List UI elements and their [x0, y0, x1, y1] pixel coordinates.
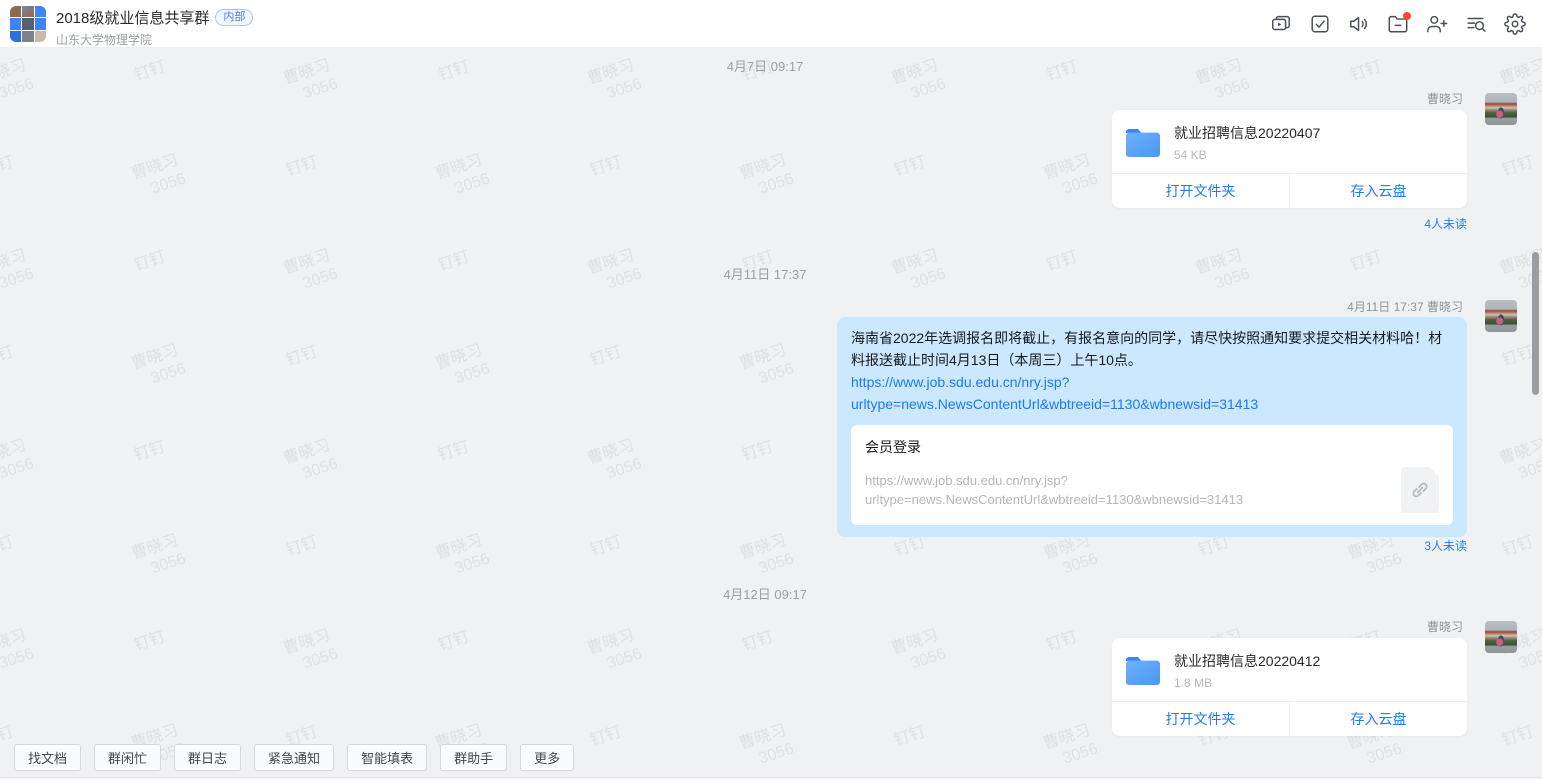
video-meeting-icon[interactable]	[1270, 13, 1292, 35]
unread-count[interactable]: 3人未读	[1424, 537, 1467, 554]
open-folder-button[interactable]: 打开文件夹	[1112, 702, 1289, 736]
search-history-icon[interactable]	[1465, 13, 1487, 35]
timestamp-divider: 4月11日 17:37	[0, 264, 1530, 283]
unread-count[interactable]: 4人未读	[1424, 215, 1467, 232]
file-name: 就业招聘信息20220412	[1174, 651, 1320, 671]
group-avatar-tile	[10, 31, 21, 42]
toolbar-button-more[interactable]: 更多	[520, 744, 574, 771]
group-avatar-tile	[22, 18, 33, 29]
message-link[interactable]: https://www.job.sdu.edu.cn/nry.jsp? urlt…	[851, 371, 1453, 415]
add-member-icon[interactable]	[1426, 13, 1448, 35]
message-list: 曹晓习3056钉钉曹晓习3056钉钉曹晓习3056钉钉曹晓习3056钉钉曹晓习3…	[0, 48, 1542, 780]
group-avatar-tile	[35, 31, 46, 42]
sender-name: 曹晓习	[1427, 90, 1463, 107]
file-name: 就业招聘信息20220407	[1174, 123, 1320, 143]
message-meta: 4月11日 17:37 曹晓习	[1347, 298, 1463, 315]
chat-header: 2018级就业信息共享群 内部 山东大学物理学院	[0, 0, 1542, 48]
toolbar-button-find-docs[interactable]: 找文档	[14, 744, 81, 771]
toolbar-button-group-log[interactable]: 群日志	[174, 744, 241, 771]
announcement-icon[interactable]	[1348, 13, 1370, 35]
group-subtitle: 山东大学物理学院	[56, 31, 253, 48]
avatar[interactable]	[1485, 93, 1517, 125]
group-avatar-tile	[35, 6, 46, 17]
file-size: 1.8 MB	[1174, 676, 1320, 690]
open-folder-button[interactable]: 打开文件夹	[1112, 174, 1289, 208]
notification-dot	[1403, 12, 1411, 20]
settings-icon[interactable]	[1504, 13, 1526, 35]
scrollbar-thumb[interactable]	[1532, 252, 1539, 395]
link-card-url: https://www.job.sdu.edu.cn/nry.jsp? urlt…	[865, 471, 1387, 509]
timestamp-divider: 4月12日 09:17	[0, 584, 1530, 603]
avatar[interactable]	[1485, 300, 1517, 332]
group-plugin-toolbar: 找文档 群闲忙 群日志 紧急通知 智能填表 群助手 更多	[14, 744, 574, 771]
avatar[interactable]	[1485, 621, 1517, 653]
sender-name: 曹晓习	[1427, 618, 1463, 635]
toolbar-button-smart-form[interactable]: 智能填表	[347, 744, 427, 771]
toolbar-button-urgent-notice[interactable]: 紧急通知	[254, 744, 334, 771]
folder-icon	[1125, 127, 1161, 158]
toolbar-button-group-status[interactable]: 群闲忙	[94, 744, 161, 771]
file-message-card[interactable]: 就业招聘信息20220412 1.8 MB 打开文件夹 存入云盘	[1112, 638, 1467, 736]
group-avatar-tile	[35, 18, 46, 29]
save-to-drive-button[interactable]: 存入云盘	[1289, 702, 1467, 736]
group-avatar[interactable]	[10, 6, 46, 42]
group-files-icon[interactable]	[1387, 13, 1409, 35]
message-bubble: 海南省2022年选调报名即将截止，有报名意向的同学，请尽快按照通知要求提交相关材…	[837, 317, 1467, 537]
message-text: 海南省2022年选调报名即将截止，有报名意向的同学，请尽快按照通知要求提交相关材…	[851, 327, 1453, 371]
link-card-title: 会员登录	[865, 437, 1439, 457]
link-preview-card[interactable]: 会员登录 https://www.job.sdu.edu.cn/nry.jsp?…	[851, 425, 1453, 525]
toolbar-button-group-assistant[interactable]: 群助手	[440, 744, 507, 771]
group-avatar-tile	[22, 6, 33, 17]
save-to-drive-button[interactable]: 存入云盘	[1289, 174, 1467, 208]
file-message-card[interactable]: 就业招聘信息20220407 54 KB 打开文件夹 存入云盘	[1112, 110, 1467, 208]
group-avatar-tile	[22, 31, 33, 42]
task-icon[interactable]	[1309, 13, 1331, 35]
folder-icon	[1125, 655, 1161, 686]
file-size: 54 KB	[1174, 148, 1320, 162]
link-icon	[1401, 467, 1439, 513]
group-avatar-tile	[10, 6, 21, 17]
group-title: 2018级就业信息共享群	[56, 7, 209, 28]
header-toolbar	[1270, 0, 1526, 48]
timestamp-divider: 4月7日 09:17	[0, 56, 1530, 75]
group-avatar-tile	[10, 18, 21, 29]
internal-badge: 内部	[215, 9, 253, 26]
